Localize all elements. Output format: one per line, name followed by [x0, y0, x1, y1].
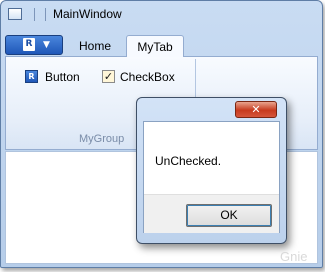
message-dialog: ✕ UnChecked. OK: [136, 97, 287, 244]
quick-access-separator: [45, 8, 46, 21]
dialog-client-area: UnChecked. OK: [143, 121, 280, 233]
dialog-button-bar: OK: [144, 194, 279, 233]
ribbon-button-label: Button: [45, 70, 80, 84]
tab-mytab[interactable]: MyTab: [126, 35, 184, 57]
titlebar: MainWindow: [1, 1, 322, 27]
tab-home[interactable]: Home: [71, 35, 119, 57]
button-icon: R: [25, 70, 38, 83]
chevron-down-icon: ▼: [43, 40, 50, 50]
window-title: MainWindow: [53, 7, 122, 21]
checkbox-check-icon[interactable]: ✓: [102, 70, 115, 83]
dialog-message: UnChecked.: [155, 154, 222, 168]
ok-button[interactable]: OK: [186, 204, 272, 227]
application-menu-button[interactable]: R ▼: [5, 35, 63, 55]
app-logo-icon: R: [23, 38, 35, 51]
watermark: Gnie: [280, 249, 308, 264]
quick-access-separator: [34, 8, 35, 21]
group-label: MyGroup: [79, 133, 125, 145]
close-button[interactable]: ✕: [235, 101, 277, 118]
checkbox-label: CheckBox: [120, 70, 175, 84]
window-icon: [8, 8, 22, 20]
